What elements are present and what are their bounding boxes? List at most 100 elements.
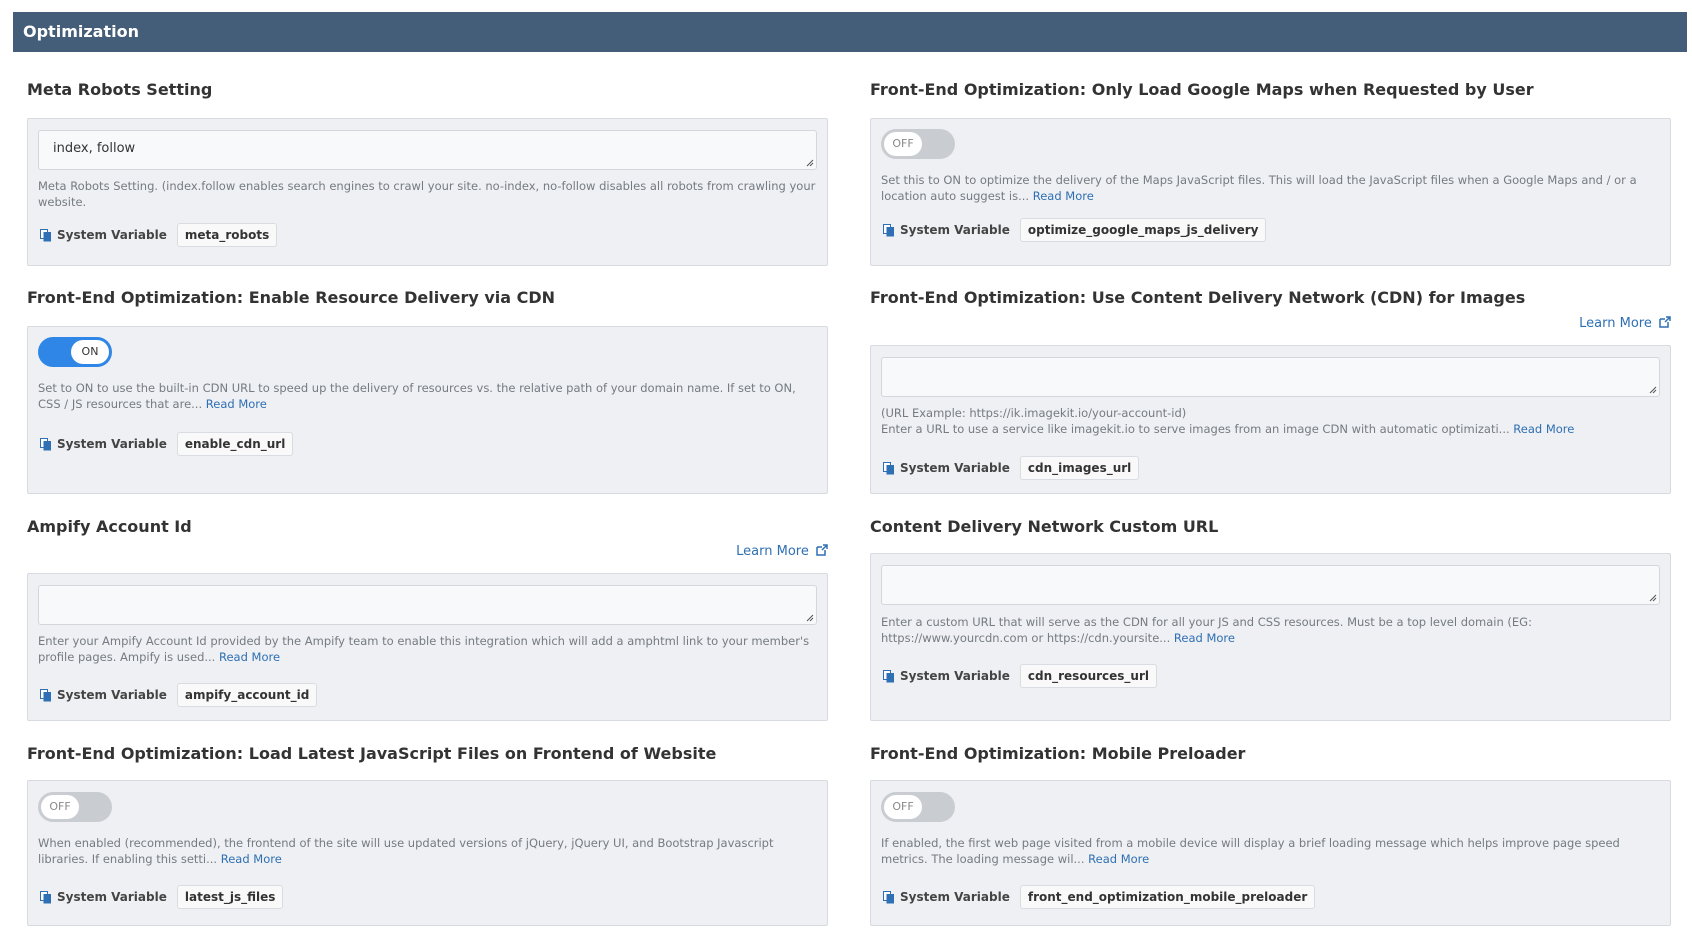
cdn-images-field: Front-End Optimization: Use Content Deli… (870, 288, 1671, 494)
section-header: Optimization (13, 12, 1687, 52)
url-example-text: (URL Example: https://ik.imagekit.io/you… (881, 406, 1187, 420)
field-description: If enabled, the first web page visited f… (881, 835, 1661, 867)
resize-grip-icon[interactable] (806, 614, 814, 622)
toggle-knob: OFF (884, 795, 922, 819)
system-variable-code[interactable]: latest_js_files (176, 885, 284, 909)
field-description: Enter your Ampify Account Id provided by… (38, 633, 818, 665)
field-box: OFF Set this to ON to optimize the deliv… (870, 118, 1671, 266)
google-maps-field: Front-End Optimization: Only Load Google… (870, 80, 1671, 266)
field-box: index, follow Meta Robots Setting. (inde… (27, 118, 828, 266)
textarea-value: index, follow (53, 141, 136, 156)
system-variable-code[interactable]: front_end_optimization_mobile_preloader (1019, 885, 1316, 909)
system-variable-code[interactable]: cdn_images_url (1019, 456, 1140, 480)
system-variable-label: System Variable (57, 228, 167, 242)
field-box: (URL Example: https://ik.imagekit.io/you… (870, 345, 1671, 494)
field-description: Set this to ON to optimize the delivery … (881, 172, 1661, 204)
system-variable-row: System Variable meta_robots (40, 222, 278, 248)
field-box: Enter a custom URL that will serve as th… (870, 553, 1671, 721)
system-variable-label: System Variable (900, 461, 1010, 475)
learn-more-text: Learn More (1579, 316, 1652, 331)
field-box: ON Set to ON to use the built-in CDN URL… (27, 326, 828, 494)
field-label: Front-End Optimization: Use Content Deli… (870, 288, 1526, 307)
field-label: Front-End Optimization: Load Latest Java… (27, 744, 717, 763)
copy-icon[interactable] (883, 891, 895, 904)
ampify-textarea[interactable] (38, 585, 817, 625)
field-description: Set to ON to use the built-in CDN URL to… (38, 380, 818, 412)
external-link-icon (816, 544, 828, 556)
enable-cdn-field: Front-End Optimization: Enable Resource … (27, 288, 828, 494)
description-text: If enabled, the first web page visited f… (881, 836, 1620, 866)
field-label: Meta Robots Setting (27, 80, 213, 99)
cdn-custom-url-field: Content Delivery Network Custom URL Ente… (870, 517, 1671, 722)
read-more-link[interactable]: Read More (219, 650, 280, 664)
system-variable-label: System Variable (900, 669, 1010, 683)
description-text: Enter your Ampify Account Id provided by… (38, 634, 810, 664)
field-description: Enter a custom URL that will serve as th… (881, 614, 1661, 646)
meta-robots-textarea[interactable]: index, follow (38, 130, 817, 170)
toggle-knob: ON (71, 340, 109, 364)
enable-cdn-toggle[interactable]: ON (38, 337, 112, 367)
mobile-preloader-toggle[interactable]: OFF (881, 792, 955, 822)
system-variable-label: System Variable (900, 890, 1010, 904)
learn-more-link[interactable]: Learn More (736, 544, 828, 559)
field-label: Front-End Optimization: Only Load Google… (870, 80, 1534, 99)
toggle-knob: OFF (41, 795, 79, 819)
system-variable-label: System Variable (900, 223, 1010, 237)
copy-icon[interactable] (40, 891, 52, 904)
description-text: Enter a URL to use a service like imagek… (881, 422, 1510, 436)
description-text: Set to ON to use the built-in CDN URL to… (38, 381, 796, 411)
section-title: Optimization (23, 22, 139, 41)
field-description: When enabled (recommended), the frontend… (38, 835, 818, 867)
field-label: Front-End Optimization: Enable Resource … (27, 288, 556, 307)
field-label: Ampify Account Id (27, 517, 192, 536)
meta-robots-field: Meta Robots Setting index, follow Meta R… (27, 80, 828, 266)
system-variable-code[interactable]: optimize_google_maps_js_delivery (1019, 218, 1267, 242)
field-label: Content Delivery Network Custom URL (870, 517, 1219, 536)
system-variable-code[interactable]: meta_robots (176, 223, 278, 247)
description-text: Meta Robots Setting. (index.follow enabl… (38, 179, 816, 209)
read-more-link[interactable]: Read More (206, 397, 267, 411)
copy-icon[interactable] (40, 229, 52, 242)
system-variable-label: System Variable (57, 890, 167, 904)
resize-grip-icon[interactable] (806, 159, 814, 167)
field-box: OFF If enabled, the first web page visit… (870, 780, 1671, 926)
resize-grip-icon[interactable] (1649, 386, 1657, 394)
system-variable-row: System Variable enable_cdn_url (40, 431, 294, 457)
cdn-images-textarea[interactable] (881, 357, 1660, 397)
copy-icon[interactable] (883, 462, 895, 475)
system-variable-row: System Variable optimize_google_maps_js_… (883, 217, 1267, 243)
read-more-link[interactable]: Read More (1033, 189, 1094, 203)
read-more-link[interactable]: Read More (1088, 852, 1149, 866)
google-maps-toggle[interactable]: OFF (881, 129, 955, 159)
system-variable-code[interactable]: cdn_resources_url (1019, 664, 1157, 688)
system-variable-code[interactable]: enable_cdn_url (176, 432, 294, 456)
toggle-knob: OFF (884, 132, 922, 156)
field-description: Meta Robots Setting. (index.follow enabl… (38, 178, 818, 210)
copy-icon[interactable] (40, 438, 52, 451)
read-more-link[interactable]: Read More (1513, 422, 1574, 436)
learn-more-text: Learn More (736, 544, 809, 559)
mobile-preloader-field: Front-End Optimization: Mobile Preloader… (870, 744, 1671, 932)
latest-js-toggle[interactable]: OFF (38, 792, 112, 822)
description-text: When enabled (recommended), the frontend… (38, 836, 774, 866)
system-variable-row: System Variable cdn_images_url (883, 455, 1140, 481)
system-variable-code[interactable]: ampify_account_id (176, 683, 318, 707)
field-box: OFF When enabled (recommended), the fron… (27, 780, 828, 926)
external-link-icon (1659, 316, 1671, 328)
system-variable-row: System Variable latest_js_files (40, 884, 284, 910)
system-variable-label: System Variable (57, 688, 167, 702)
ampify-field: Ampify Account Id Learn More Enter your … (27, 517, 828, 722)
system-variable-label: System Variable (57, 437, 167, 451)
resize-grip-icon[interactable] (1649, 594, 1657, 602)
copy-icon[interactable] (40, 689, 52, 702)
read-more-link[interactable]: Read More (221, 852, 282, 866)
cdn-custom-url-textarea[interactable] (881, 565, 1660, 605)
copy-icon[interactable] (883, 224, 895, 237)
field-label: Front-End Optimization: Mobile Preloader (870, 744, 1246, 763)
learn-more-link[interactable]: Learn More (1579, 316, 1671, 331)
latest-js-field: Front-End Optimization: Load Latest Java… (27, 744, 828, 932)
system-variable-row: System Variable cdn_resources_url (883, 663, 1157, 689)
copy-icon[interactable] (883, 670, 895, 683)
system-variable-row: System Variable ampify_account_id (40, 682, 318, 708)
read-more-link[interactable]: Read More (1174, 631, 1235, 645)
